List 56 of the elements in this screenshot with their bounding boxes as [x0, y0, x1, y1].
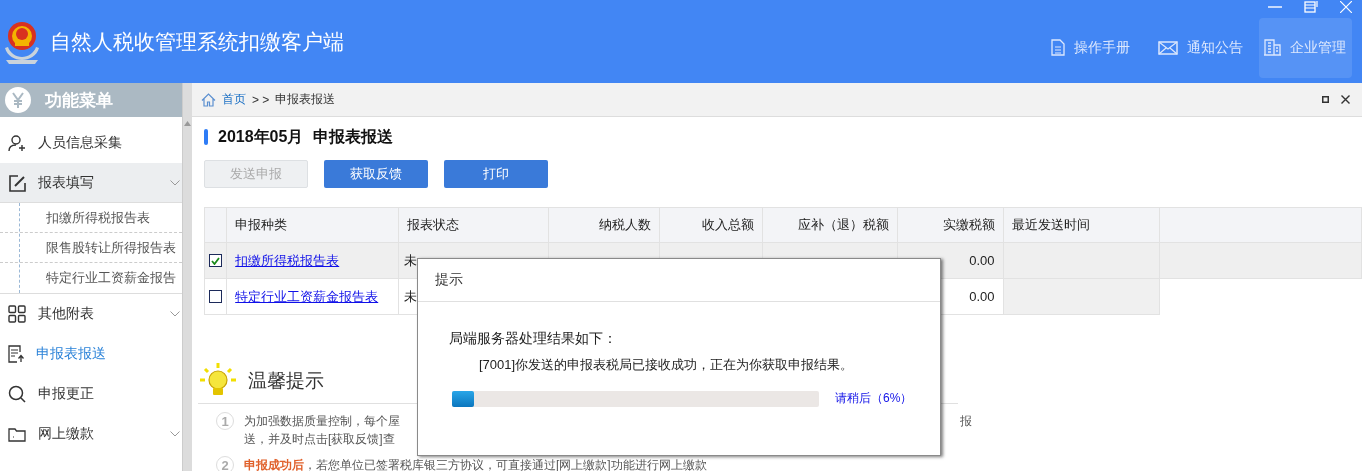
progress-label: 请稍后（6%） — [835, 390, 913, 407]
checkbox[interactable] — [209, 254, 222, 267]
chevron-down-icon — [170, 311, 180, 317]
home-link[interactable]: 首页 — [222, 91, 246, 108]
scroll-up-icon[interactable] — [184, 121, 191, 126]
building-icon — [1264, 39, 1281, 56]
action-button[interactable]: 打印 — [444, 160, 548, 188]
tip-text: 送，并及时点击[获取反馈]查 — [244, 431, 396, 448]
scrollbar[interactable] — [182, 83, 192, 471]
breadcrumb-separator: > > — [252, 92, 270, 107]
menu-title: 功能菜单 — [45, 89, 113, 112]
page-title: 申报表报送 — [313, 126, 394, 147]
column-header: 实缴税额 — [897, 207, 1004, 243]
submenu-item[interactable]: 特定行业工资薪金报告 — [0, 263, 182, 293]
tips-title: 温馨提示 — [248, 369, 324, 393]
column-header: 申报种类 — [226, 207, 399, 243]
menu-item[interactable]: 人员信息采集 — [0, 123, 182, 163]
search-icon — [8, 385, 26, 403]
app-title: 自然人税收管理系统扣缴客户端 — [50, 28, 344, 55]
tip-text: 申报成功后，若您单位已签署税库银三方协议，可直接通过[网上缴款]功能进行网上缴款 — [244, 457, 708, 471]
close-icon[interactable] — [1341, 95, 1350, 104]
grid-icon — [8, 305, 26, 323]
period-title: 2018年05月 — [218, 126, 304, 147]
column-header: 报表状态 — [398, 207, 549, 243]
dialog-message: [7001]你发送的申报表税局已接收成功，正在为你获取申报结果。 — [479, 356, 855, 374]
breadcrumb-current: 申报表报送 — [275, 91, 336, 108]
column-header: 应补（退）税额 — [762, 207, 898, 243]
title-marker — [204, 129, 208, 145]
chevron-down-icon — [170, 431, 180, 437]
check-icon — [211, 256, 220, 265]
action-button[interactable]: 获取反馈 — [324, 160, 428, 188]
tip-text: 为加强数据质量控制，每个屋 — [244, 413, 400, 430]
menu-item[interactable]: 申报表报送 — [0, 334, 182, 374]
column-header: 纳税人数 — [548, 207, 660, 243]
menu-item[interactable]: 网上缴款 — [0, 414, 182, 454]
yen-icon — [5, 87, 31, 113]
envelope-icon — [1158, 40, 1178, 55]
maximize-icon[interactable] — [1322, 96, 1329, 103]
checkbox[interactable] — [209, 290, 222, 303]
dialog-heading: 局端服务器处理结果如下： — [449, 330, 618, 348]
document-upload-icon — [8, 345, 24, 363]
document-icon — [1051, 39, 1065, 56]
header-cell — [204, 207, 227, 243]
folder-icon — [8, 426, 26, 442]
chevron-down-icon — [170, 179, 180, 186]
menu-item[interactable]: 报表填写 — [0, 163, 182, 203]
person-add-icon — [8, 134, 26, 152]
restore-icon[interactable] — [1304, 1, 1318, 13]
home-icon[interactable] — [201, 92, 216, 107]
tip-text: 报 — [960, 413, 972, 430]
edit-icon — [8, 173, 26, 192]
menu-item[interactable]: 其他附表 — [0, 294, 182, 334]
menu-item[interactable]: 申报更正 — [0, 374, 182, 414]
dialog-title: 提示 — [418, 259, 940, 302]
column-header: 收入总额 — [659, 207, 763, 243]
column-header: 最近发送时间 — [1003, 207, 1160, 243]
